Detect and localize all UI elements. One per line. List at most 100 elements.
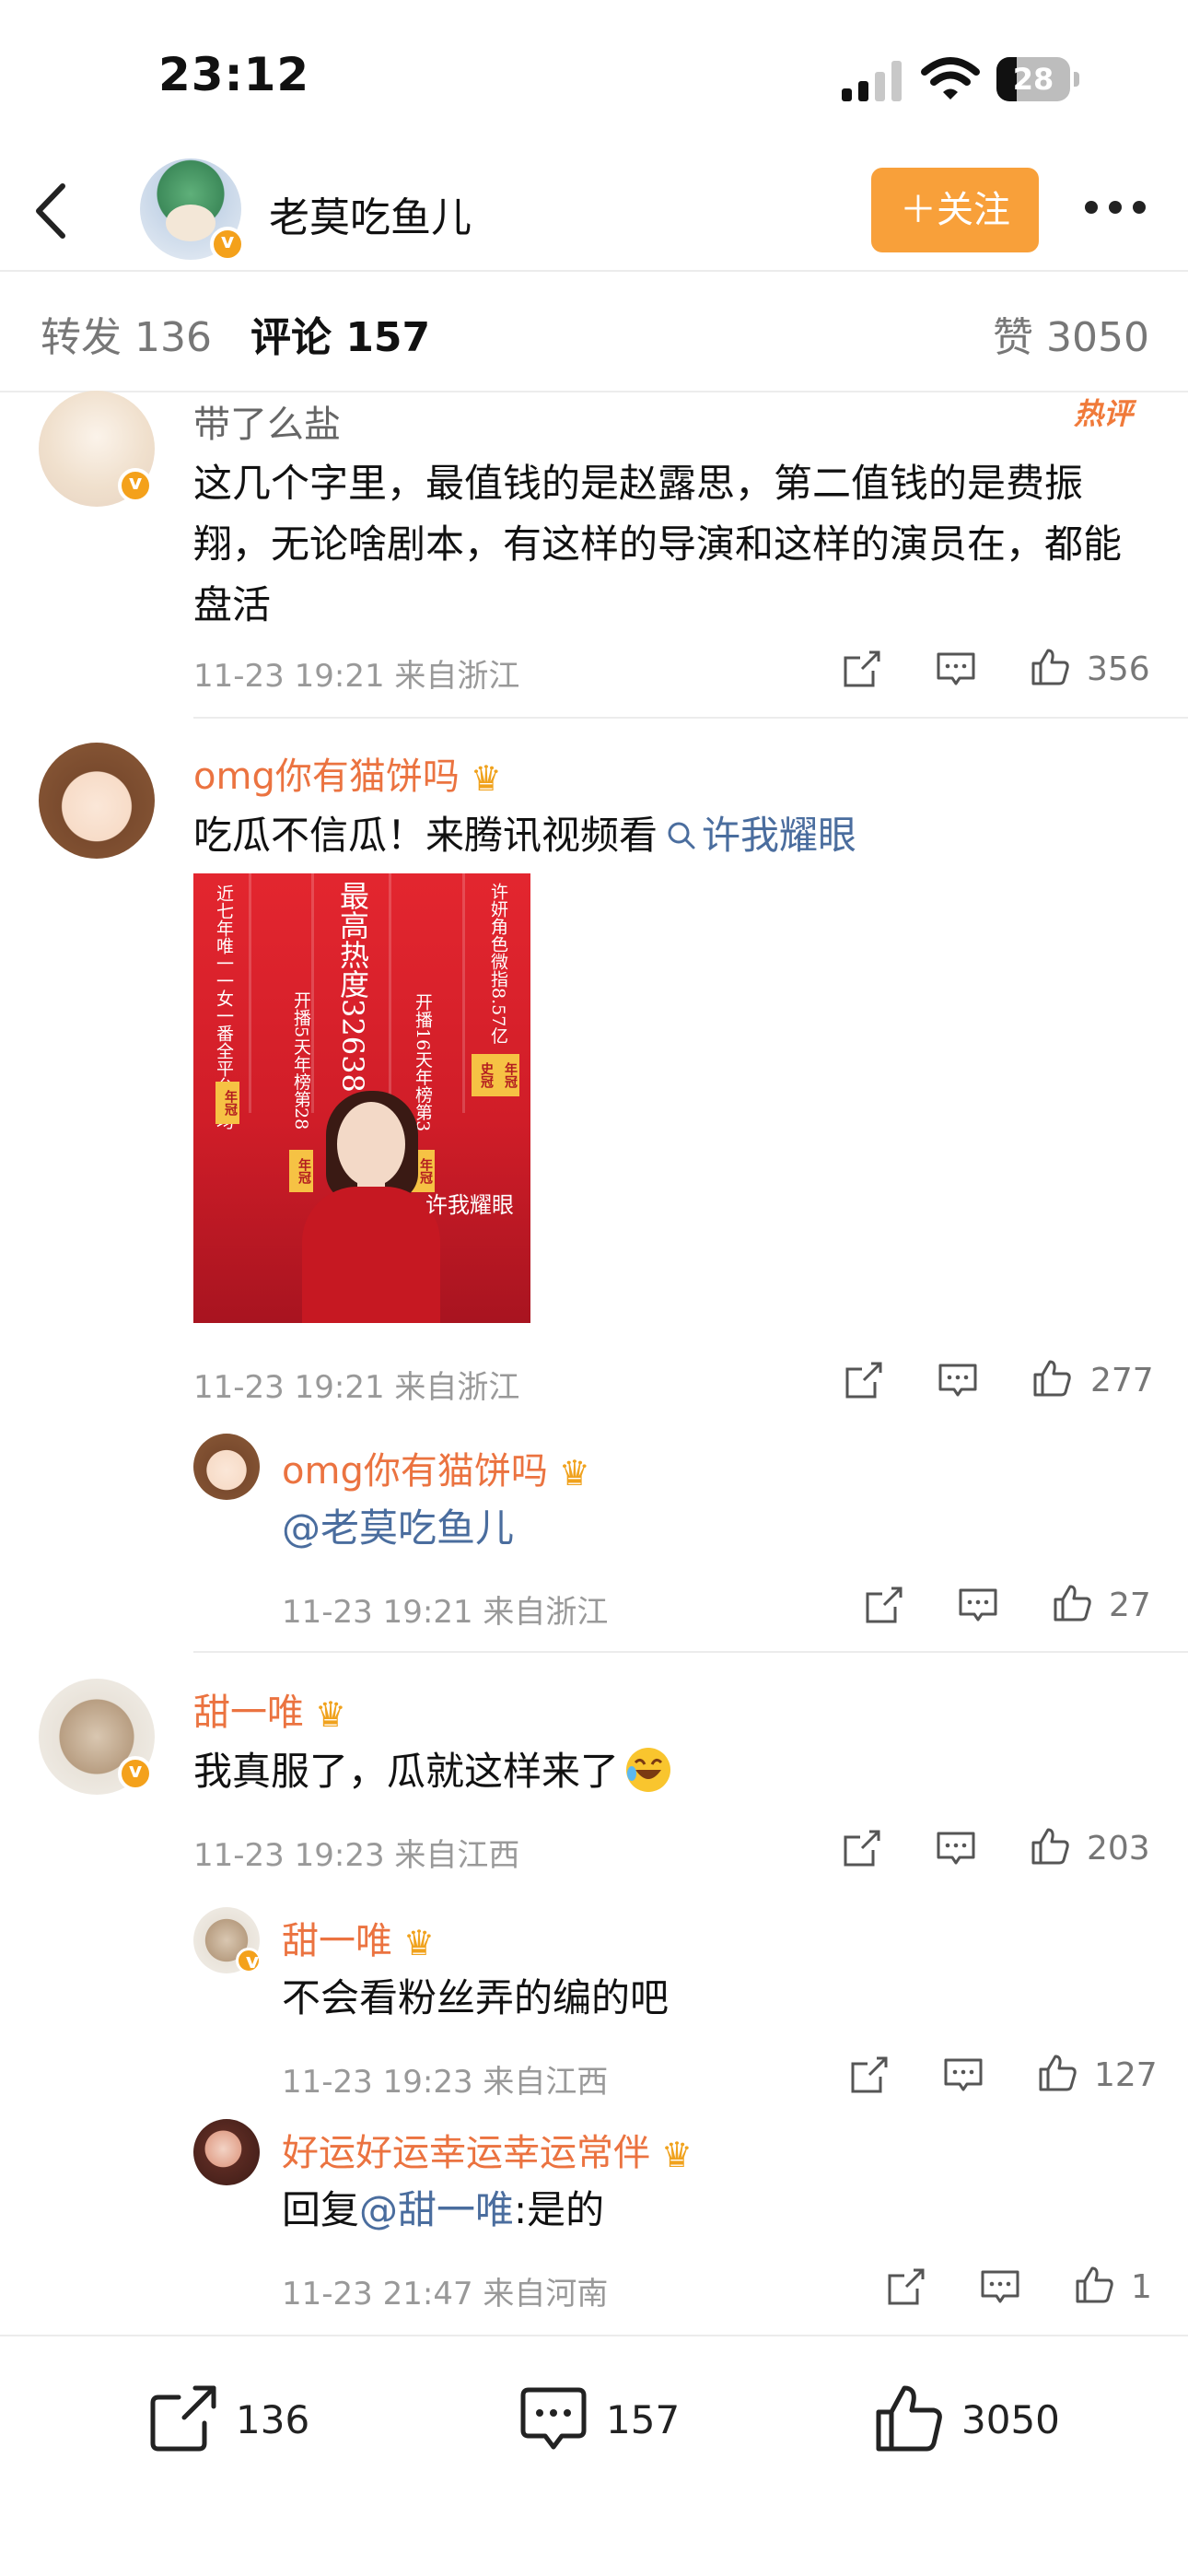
follow-button[interactable]: ＋关注 <box>871 168 1039 252</box>
reply-username[interactable]: omg你有猫饼吗 ♛ <box>282 1441 590 1494</box>
poster-caption: 最高热度32638 <box>335 881 370 1093</box>
commenter-name[interactable]: omg你有猫饼吗 ♛ <box>193 746 502 800</box>
poster-badge: 年冠 <box>495 1054 519 1096</box>
cellular-signal-icon <box>842 61 903 101</box>
like-count: 27 <box>1109 1587 1151 1624</box>
like-icon[interactable] <box>1030 1826 1070 1867</box>
like-icon[interactable] <box>1037 2053 1077 2093</box>
search-icon <box>668 822 695 849</box>
commenter-name[interactable]: 甜一唯 ♛ <box>193 1682 346 1736</box>
poster-caption: 开播16天年榜第3 <box>413 993 433 1132</box>
laughing-emoji-icon <box>626 1748 671 1792</box>
repost-count: 136 <box>236 2397 310 2442</box>
reply-username-text: 甜一唯 <box>282 1920 392 1962</box>
reply-text: 不会看粉丝弄的编的吧 <box>282 1975 670 2020</box>
tab-repost[interactable]: 转发 136 <box>41 304 212 363</box>
commenter-avatar[interactable] <box>39 743 155 859</box>
reply-icon[interactable] <box>943 2055 984 2095</box>
comment-text: 我真服了，瓜就这样来了 <box>193 1741 672 1802</box>
share-icon[interactable] <box>864 1585 904 1625</box>
poster-badge: 年冠 <box>289 1150 313 1192</box>
more-options-icon[interactable] <box>1085 193 1149 221</box>
divider <box>193 1651 1188 1653</box>
comment-text: 吃瓜不信瓜！来腾讯视频看 许我耀眼 <box>193 805 856 866</box>
like-icon[interactable] <box>1030 647 1070 687</box>
reply-meta: 11-23 19:21 来自浙江 <box>282 1594 609 1631</box>
battery-level: 28 <box>1012 62 1054 97</box>
crown-icon: ♛ <box>403 1923 436 1963</box>
like-count: 277 <box>1090 1362 1154 1399</box>
poster-badge: 年冠 <box>215 1082 239 1124</box>
comment-icon <box>520 2387 587 2450</box>
like-count: 203 <box>1087 1830 1150 1868</box>
wifi-icon <box>921 57 980 100</box>
poster-figure-dress <box>302 1187 440 1323</box>
mention-link[interactable]: @老莫吃鱼儿 <box>282 1498 514 1559</box>
like-count: 356 <box>1087 650 1150 688</box>
comment-count: 157 <box>606 2397 681 2442</box>
poster-caption: 许妍角色微指8.57亿 <box>488 883 508 1045</box>
reply-icon[interactable] <box>958 1585 998 1625</box>
status-time: 23:12 <box>158 48 310 101</box>
verified-badge-icon <box>118 1756 153 1791</box>
author-name[interactable]: 老莫吃鱼儿 <box>269 184 472 243</box>
like-count: 3050 <box>961 2397 1060 2442</box>
share-icon[interactable] <box>842 1828 882 1868</box>
comment-meta: 11-23 19:21 来自浙江 <box>193 1369 520 1406</box>
back-arrow-icon[interactable] <box>26 179 81 243</box>
commenter-name[interactable]: 带了么盐 <box>193 394 341 448</box>
reply-text: 回复@甜一唯:是的 <box>282 2180 604 2241</box>
share-icon[interactable] <box>886 2266 926 2307</box>
crown-icon: ♛ <box>315 1694 347 1735</box>
reply-username[interactable]: 甜一唯 ♛ <box>282 1911 435 1964</box>
verified-badge-icon <box>210 227 245 262</box>
reply-icon[interactable] <box>936 649 976 689</box>
commenter-name-text: omg你有猫饼吗 <box>193 755 460 798</box>
tab-bar: 转发 136 评论 157 赞 3050 <box>0 273 1188 392</box>
hot-comment-tag: 热评 <box>1074 396 1134 431</box>
like-icon[interactable] <box>1052 1583 1092 1623</box>
poster-logo: 许我耀眼 <box>425 1192 514 1218</box>
reply-username[interactable]: 好运好运幸运幸运常伴 ♛ <box>282 2123 693 2176</box>
crown-icon: ♛ <box>661 2135 693 2175</box>
share-icon[interactable] <box>849 2055 890 2095</box>
comment-image[interactable]: 近七年唯一一女一番全平台集均 最高热度32638 许妍角色微指8.57亿 开播5… <box>193 873 530 1323</box>
commenter-name-text: 甜一唯 <box>193 1692 304 1734</box>
comment-meta: 11-23 19:21 来自浙江 <box>193 658 520 695</box>
poster-caption: 开播5天年榜第28 <box>291 991 311 1130</box>
battery-icon: 28 <box>996 57 1079 101</box>
reply-icon[interactable] <box>936 1828 976 1868</box>
share-icon[interactable] <box>844 1360 884 1400</box>
share-icon <box>150 2385 216 2452</box>
reply-username-text: 好运好运幸运幸运常伴 <box>282 2132 650 2174</box>
reply-text-suffix: :是的 <box>514 2187 605 2232</box>
like-icon[interactable] <box>1074 2265 1114 2305</box>
reply-avatar[interactable] <box>193 1434 260 1500</box>
reply-username-text: omg你有猫饼吗 <box>282 1450 548 1493</box>
like-count: 1 <box>1131 2268 1152 2306</box>
crown-icon: ♛ <box>558 1453 590 1493</box>
comment-text-prefix: 吃瓜不信瓜！来腾讯视频看 <box>193 813 658 858</box>
verified-badge-icon <box>118 468 153 503</box>
status-bar: 23:12 28 <box>0 0 1188 147</box>
reply-avatar[interactable] <box>193 2119 260 2185</box>
tab-comment[interactable]: 评论 157 <box>250 304 430 363</box>
poster-badge: 史冠 <box>472 1054 495 1096</box>
tab-like[interactable]: 赞 3050 <box>993 304 1149 363</box>
share-icon[interactable] <box>842 649 882 689</box>
mention-link[interactable]: @甜一唯 <box>359 2187 514 2232</box>
comment-text: 这几个字里，最值钱的是赵露思，第二值钱的是费振翔，无论啥剧本，有这样的导演和这样… <box>193 461 1123 627</box>
crown-icon: ♛ <box>470 758 502 799</box>
search-link[interactable]: 许我耀眼 <box>658 813 856 858</box>
verified-badge-icon <box>236 1948 266 1978</box>
divider <box>193 717 1188 719</box>
reply-icon[interactable] <box>938 1360 978 1400</box>
search-link-text: 许我耀眼 <box>702 813 857 858</box>
bottom-action-bar: 136 157 3050 <box>0 2335 1188 2576</box>
like-count: 127 <box>1094 2056 1158 2094</box>
nav-header: 老莫吃鱼儿 ＋关注 <box>0 147 1188 272</box>
reply-icon[interactable] <box>980 2266 1020 2307</box>
comment-meta: 11-23 19:23 来自江西 <box>193 1837 520 1874</box>
like-icon <box>876 2385 942 2452</box>
like-icon[interactable] <box>1031 1358 1072 1399</box>
